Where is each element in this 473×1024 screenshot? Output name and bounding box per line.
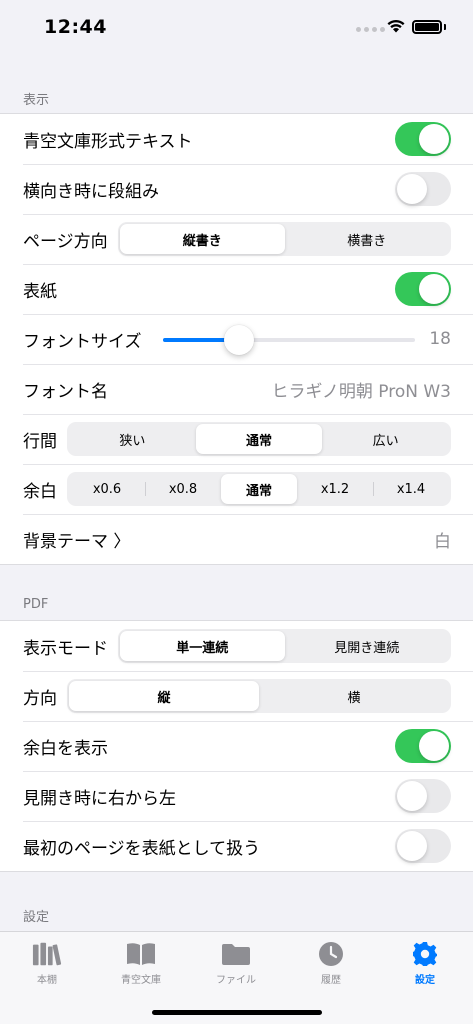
pdf-display-mode-single[interactable]: 単一連続: [120, 631, 285, 661]
background-theme-label: 背景テーマ 〉: [23, 531, 131, 552]
row-pdf-show-margin: 余白を表示: [0, 721, 473, 771]
row-font-name[interactable]: フォント名 ヒラギノ明朝 ProN W3: [0, 364, 473, 414]
section-header-pdf: PDF: [23, 597, 49, 612]
aozora-text-label: 青空文庫形式テキスト: [23, 131, 193, 152]
line-spacing-wide[interactable]: 広い: [322, 424, 449, 454]
font-name-label: フォント名: [23, 381, 108, 402]
landscape-columns-toggle[interactable]: [395, 172, 451, 206]
font-name-value: ヒラギノ明朝 ProN W3: [271, 381, 451, 402]
line-spacing-segmented[interactable]: 狭い 通常 広い: [67, 422, 451, 456]
margin-segmented[interactable]: x0.6 x0.8 通常 x1.2 x1.4: [67, 472, 451, 506]
pdf-direction-horizontal[interactable]: 横: [259, 681, 449, 711]
page-direction-horizontal[interactable]: 横書き: [285, 224, 450, 254]
pdf-first-page-cover-label: 最初のページを表紙として扱う: [23, 838, 261, 859]
pdf-direction-segmented[interactable]: 縦 横: [67, 679, 451, 713]
clock-icon: [316, 940, 346, 968]
pdf-display-mode-label: 表示モード: [23, 638, 108, 659]
font-size-label: フォントサイズ: [23, 331, 142, 352]
section-header-display: 表示: [23, 93, 50, 108]
pdf-display-mode-segmented[interactable]: 単一連続 見開き連続: [118, 629, 451, 663]
cover-toggle[interactable]: [395, 272, 451, 306]
margin-label: 余白: [23, 481, 57, 502]
font-size-value: 18: [429, 329, 451, 349]
display-settings-group: 青空文庫形式テキスト 横向き時に段組み ページ方向 縦書き 横書き 表紙 フォン…: [0, 113, 473, 565]
pdf-spread-rtl-toggle[interactable]: [395, 779, 451, 813]
folder-icon: [221, 940, 251, 968]
aozora-text-toggle[interactable]: [395, 122, 451, 156]
margin-option-0.6[interactable]: x0.6: [69, 474, 145, 504]
pdf-direction-label: 方向: [23, 688, 57, 709]
gear-icon: [410, 940, 440, 968]
background-theme-value: 白: [434, 531, 451, 552]
margin-option-1.2[interactable]: x1.2: [297, 474, 373, 504]
pdf-direction-vertical[interactable]: 縦: [69, 681, 259, 711]
landscape-columns-label: 横向き時に段組み: [23, 181, 159, 202]
row-line-spacing: 行間 狭い 通常 広い: [0, 414, 473, 464]
tab-files[interactable]: ファイル: [189, 940, 283, 986]
cover-label: 表紙: [23, 281, 57, 302]
pdf-show-margin-label: 余白を表示: [23, 738, 108, 759]
cellular-icon: [356, 27, 385, 32]
page-direction-vertical[interactable]: 縦書き: [120, 224, 285, 254]
page-direction-label: ページ方向: [23, 231, 108, 252]
tab-bookshelf[interactable]: 本棚: [0, 940, 94, 986]
page-direction-segmented[interactable]: 縦書き 横書き: [118, 222, 451, 256]
line-spacing-normal[interactable]: 通常: [195, 424, 323, 454]
row-aozora-text: 青空文庫形式テキスト: [0, 114, 473, 164]
home-indicator: [152, 1010, 322, 1015]
status-time: 12:44: [44, 16, 107, 38]
row-pdf-direction: 方向 縦 横: [0, 671, 473, 721]
tab-settings[interactable]: 設定: [378, 940, 472, 986]
pdf-settings-group: 表示モード 単一連続 見開き連続 方向 縦 横 余白を表示 見開き時に右から左 …: [0, 620, 473, 872]
line-spacing-narrow[interactable]: 狭い: [69, 424, 196, 454]
wifi-icon: [387, 19, 405, 33]
row-pdf-spread-rtl: 見開き時に右から左: [0, 771, 473, 821]
row-margin: 余白 x0.6 x0.8 通常 x1.2 x1.4: [0, 464, 473, 514]
row-pdf-display-mode: 表示モード 単一連続 見開き連続: [0, 621, 473, 671]
tab-aozora[interactable]: 青空文庫: [94, 940, 188, 986]
battery-icon: [412, 20, 442, 34]
status-bar: 12:44: [0, 0, 473, 54]
margin-option-1.4[interactable]: x1.4: [373, 474, 449, 504]
margin-option-0.8[interactable]: x0.8: [145, 474, 221, 504]
row-cover: 表紙: [0, 264, 473, 314]
font-size-slider[interactable]: [163, 322, 415, 356]
books-icon: [32, 940, 62, 968]
row-background-theme[interactable]: 背景テーマ 〉 白: [0, 514, 473, 564]
pdf-spread-rtl-label: 見開き時に右から左: [23, 788, 176, 809]
row-page-direction: ページ方向 縦書き 横書き: [0, 214, 473, 264]
pdf-show-margin-toggle[interactable]: [395, 729, 451, 763]
tab-history[interactable]: 履歴: [284, 940, 378, 986]
row-landscape-columns: 横向き時に段組み: [0, 164, 473, 214]
open-book-icon: [126, 940, 156, 968]
line-spacing-label: 行間: [23, 431, 57, 452]
margin-option-normal[interactable]: 通常: [221, 474, 297, 504]
pdf-display-mode-spread[interactable]: 見開き連続: [285, 631, 450, 661]
row-font-size: フォントサイズ 18: [0, 314, 473, 364]
row-pdf-first-page-cover: 最初のページを表紙として扱う: [0, 821, 473, 871]
pdf-first-page-cover-toggle[interactable]: [395, 829, 451, 863]
section-header-settings: 設定: [23, 910, 50, 925]
font-size-slider-thumb[interactable]: [223, 325, 254, 355]
